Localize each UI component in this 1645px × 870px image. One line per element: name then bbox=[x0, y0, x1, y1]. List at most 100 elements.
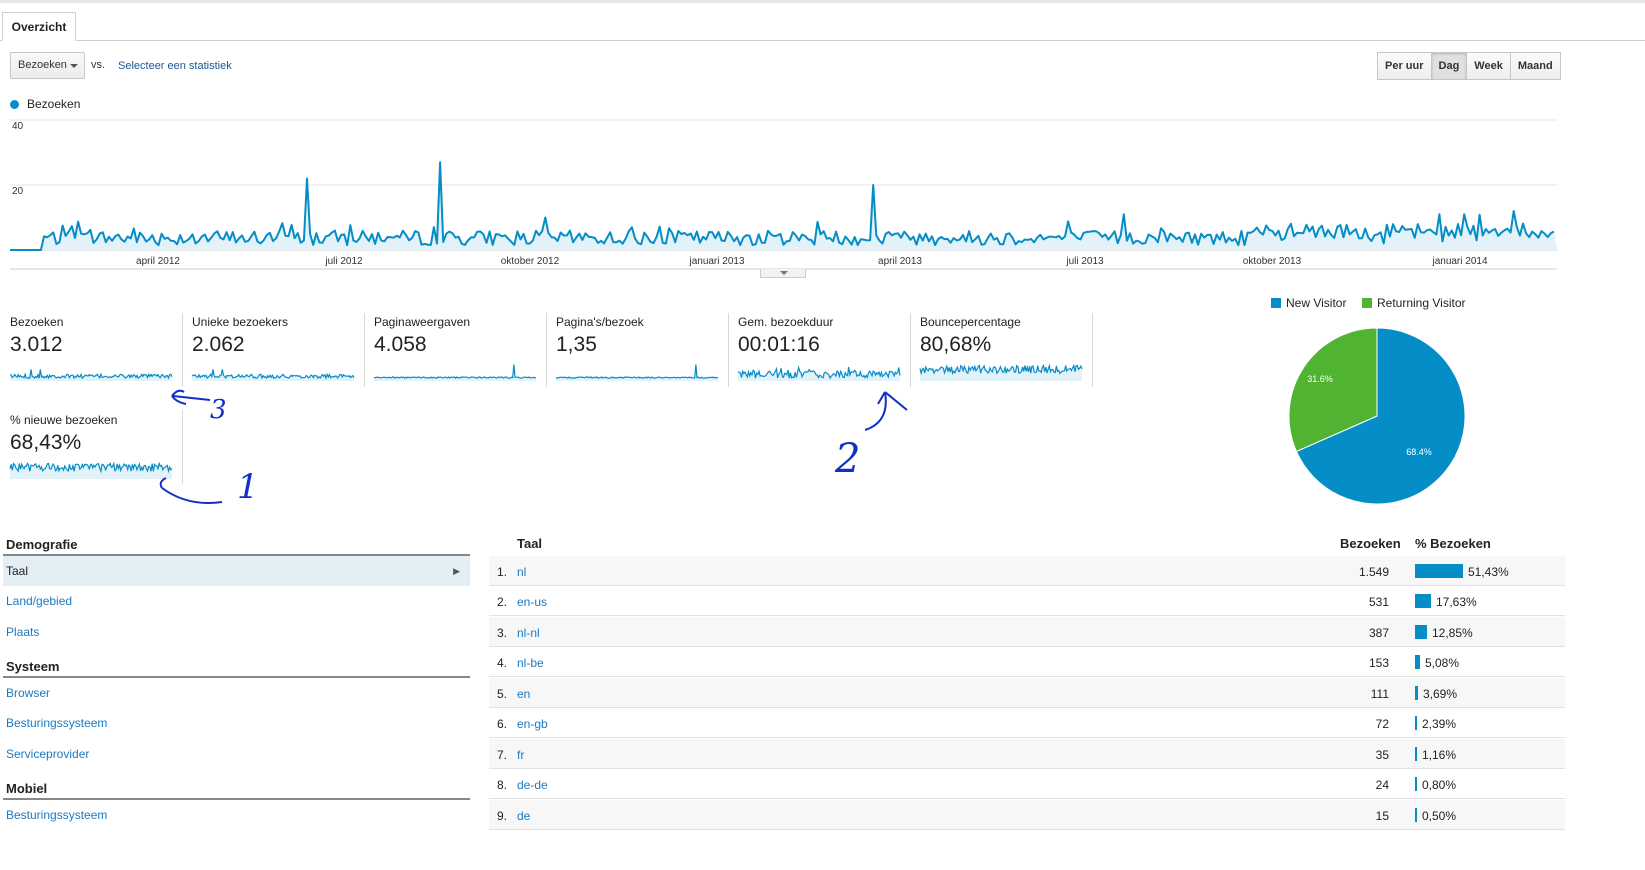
metric-label: Bezoeken bbox=[10, 315, 64, 329]
sparkline bbox=[737, 365, 901, 381]
tab-overzicht[interactable]: Overzicht bbox=[2, 12, 76, 41]
table-row: 6. en-gb 72 2,39% bbox=[489, 708, 1565, 738]
row-index: 1. bbox=[497, 565, 508, 579]
nav-item-mobiel-besturingssysteem[interactable]: Besturingssysteem bbox=[3, 800, 470, 830]
sparkline bbox=[919, 363, 1083, 381]
row-language-link[interactable]: en bbox=[517, 687, 530, 701]
metric-label: Unieke bezoekers bbox=[192, 315, 289, 329]
vs-label: vs. bbox=[91, 59, 106, 71]
series-dot-icon bbox=[10, 100, 19, 109]
sparkline-area bbox=[556, 364, 718, 381]
nav-item-taal[interactable]: Taal ▶ bbox=[3, 556, 470, 586]
row-pct-bar bbox=[1415, 716, 1417, 730]
annotation-number-2: 2 bbox=[834, 436, 860, 482]
col-header-pct-bezoeken[interactable]: % Bezoeken bbox=[1415, 536, 1491, 551]
table-row: 2. en-us 531 17,63% bbox=[489, 586, 1565, 616]
row-pct: 51,43% bbox=[1468, 565, 1509, 579]
row-pct: 1,16% bbox=[1422, 748, 1457, 762]
row-language-link[interactable]: fr bbox=[517, 748, 524, 762]
row-count: 531 bbox=[1368, 595, 1389, 609]
row-count: 35 bbox=[1375, 748, 1389, 762]
row-pct-bar bbox=[1415, 564, 1463, 578]
row-language-link[interactable]: en-gb bbox=[517, 717, 548, 731]
metric-label: Paginaweergaven bbox=[374, 315, 471, 329]
metric-value: 3.012 bbox=[10, 333, 63, 356]
visitor-type-pie-chart[interactable]: 68.4% 31.6% bbox=[1288, 327, 1466, 505]
metric-value: 68,43% bbox=[10, 431, 82, 454]
nav-item-browser[interactable]: Browser bbox=[3, 678, 470, 708]
table-header: Taal Bezoeken % Bezoeken bbox=[489, 536, 1565, 558]
pie-label-returning: 31.6% bbox=[1307, 374, 1333, 384]
x-label-januari-2014: januari 2014 bbox=[1431, 256, 1487, 267]
period-toggle: Per uur Dag Week Maand bbox=[1377, 52, 1561, 80]
row-index: 7. bbox=[497, 748, 508, 762]
row-pct: 17,63% bbox=[1436, 595, 1477, 609]
sparkline bbox=[9, 461, 173, 479]
row-count: 1.549 bbox=[1358, 565, 1389, 579]
row-pct-bar bbox=[1415, 655, 1420, 669]
nav-item-land-gebied[interactable]: Land/gebied bbox=[3, 586, 470, 616]
sparkline bbox=[555, 364, 719, 381]
row-pct: 2,39% bbox=[1422, 717, 1457, 731]
table-row: 7. fr 35 1,16% bbox=[489, 739, 1565, 769]
pie-label-new: 68.4% bbox=[1406, 447, 1432, 457]
row-pct: 3,69% bbox=[1423, 687, 1458, 701]
top-border bbox=[0, 0, 1645, 3]
handwritten-annotations: 3 2 1 bbox=[159, 389, 908, 507]
period-maand-button[interactable]: Maand bbox=[1509, 52, 1561, 80]
metric-label: Bouncepercentage bbox=[920, 315, 1021, 329]
row-language-link[interactable]: nl-be bbox=[517, 656, 544, 670]
row-language-link[interactable]: nl bbox=[517, 565, 526, 579]
period-week-button[interactable]: Week bbox=[1466, 52, 1511, 80]
row-language-link[interactable]: de-de bbox=[517, 778, 548, 792]
metric-value: 80,68% bbox=[920, 333, 992, 356]
select-statistic-link[interactable]: Selecteer een statistiek bbox=[118, 60, 232, 72]
chart-legend: Bezoeken bbox=[10, 97, 80, 111]
row-language-link[interactable]: en-us bbox=[517, 595, 547, 609]
row-pct: 0,80% bbox=[1422, 778, 1457, 792]
metric-divider bbox=[364, 313, 365, 387]
nav-item-plaats[interactable]: Plaats bbox=[3, 617, 470, 647]
chevron-down-icon bbox=[780, 271, 788, 275]
metric-bouncepercentage[interactable]: Bouncepercentage 80,68% bbox=[919, 315, 1096, 395]
metric-value: 2.062 bbox=[192, 333, 245, 356]
legend-swatch-icon bbox=[1271, 298, 1281, 308]
metric-value: 1,35 bbox=[556, 333, 597, 356]
metric-select[interactable]: Bezoeken bbox=[10, 52, 85, 79]
col-header-taal[interactable]: Taal bbox=[517, 536, 542, 551]
sparkline-area bbox=[374, 364, 536, 381]
period-dag-button[interactable]: Dag bbox=[1430, 52, 1468, 80]
pie-legend-new-visitor[interactable]: New Visitor bbox=[1271, 296, 1346, 310]
col-header-bezoeken[interactable]: Bezoeken bbox=[1340, 536, 1401, 551]
metric-label: Pagina's/bezoek bbox=[556, 315, 644, 329]
table-row: 4. nl-be 153 5,08% bbox=[489, 647, 1565, 677]
tab-bar-line bbox=[0, 40, 1645, 41]
table-row: 8. de-de 24 0,80% bbox=[489, 769, 1565, 799]
nav-item-besturingssysteem[interactable]: Besturingssysteem bbox=[3, 708, 470, 738]
metric-value: 4.058 bbox=[374, 333, 427, 356]
row-count: 153 bbox=[1368, 656, 1389, 670]
x-label-april-2013: april 2013 bbox=[878, 256, 922, 267]
y-tick-40: 40 bbox=[12, 121, 24, 132]
row-language-link[interactable]: de bbox=[517, 809, 530, 823]
table-row: 5. en 111 3,69% bbox=[489, 678, 1565, 708]
metric-label: Gem. bezoekduur bbox=[738, 315, 834, 329]
row-pct-bar bbox=[1415, 777, 1417, 791]
x-label-oktober-2012: oktober 2012 bbox=[501, 256, 560, 267]
metric-value: 00:01:16 bbox=[738, 333, 820, 356]
row-index: 8. bbox=[497, 778, 508, 792]
visits-line-chart[interactable]: 40 20 april 2012 juli 2012 oktober 2012 … bbox=[0, 110, 1565, 275]
pie-legend-returning-visitor[interactable]: Returning Visitor bbox=[1362, 296, 1466, 310]
row-count: 72 bbox=[1375, 717, 1389, 731]
row-pct-bar bbox=[1415, 747, 1417, 761]
period-per-uur-button[interactable]: Per uur bbox=[1377, 52, 1432, 80]
chart-resize-handle[interactable] bbox=[760, 269, 806, 278]
row-language-link[interactable]: nl-nl bbox=[517, 626, 540, 640]
annotation-arrow-2 bbox=[864, 391, 908, 431]
row-count: 387 bbox=[1368, 626, 1389, 640]
section-systeem: Systeem bbox=[6, 659, 60, 674]
row-pct-bar bbox=[1415, 594, 1431, 608]
metric-divider bbox=[728, 313, 729, 387]
table-row: 9. de 15 0,50% bbox=[489, 800, 1565, 830]
nav-item-serviceprovider[interactable]: Serviceprovider bbox=[3, 739, 470, 769]
